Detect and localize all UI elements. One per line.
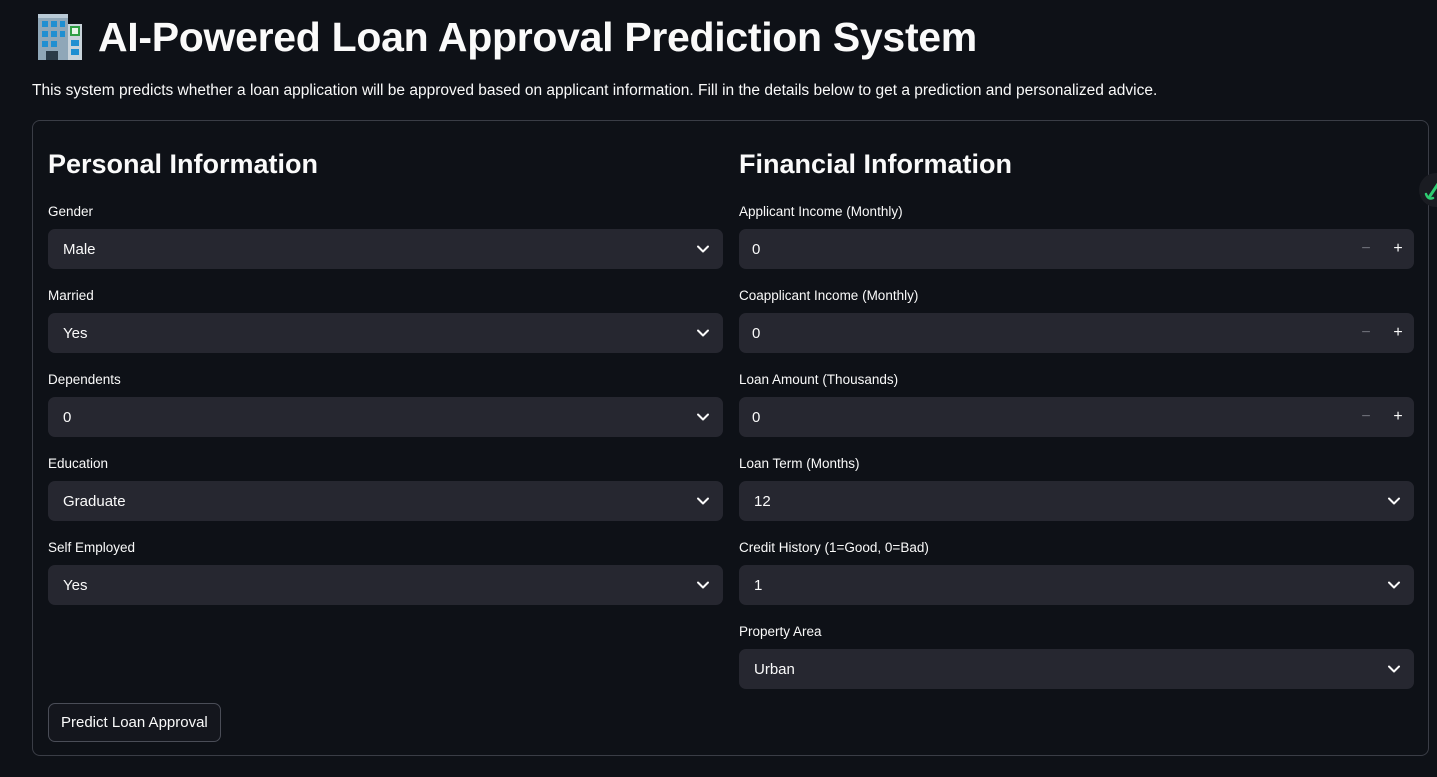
- field-label: Dependents: [48, 372, 121, 387]
- office-building-icon: [34, 12, 86, 62]
- credit-history-select[interactable]: 1: [739, 565, 1414, 605]
- selected-value: Urban: [754, 660, 795, 678]
- selected-value: 1: [754, 576, 763, 594]
- decrement-button[interactable]: −: [1350, 313, 1382, 353]
- page-title: AI-Powered Loan Approval Prediction Syst…: [98, 13, 977, 60]
- field-label: Property Area: [739, 624, 822, 639]
- field-label: Married: [48, 288, 94, 303]
- increment-button[interactable]: +: [1382, 313, 1414, 353]
- loan-amount-input[interactable]: 0 − +: [739, 397, 1414, 437]
- married-select[interactable]: Yes: [48, 313, 723, 353]
- decrement-button[interactable]: −: [1350, 397, 1382, 437]
- link-icon[interactable]: [1418, 172, 1437, 208]
- loan-term-field: Loan Term (Months) 12: [739, 455, 1414, 521]
- field-label: Credit History (1=Good, 0=Bad): [739, 540, 929, 555]
- applicant-income-field: Applicant Income (Monthly) 0 − +: [739, 203, 1414, 269]
- field-label: Self Employed: [48, 540, 136, 555]
- self-employed-select[interactable]: Yes: [48, 565, 723, 605]
- coapplicant-income-field: Coapplicant Income (Monthly) 0 − +: [739, 287, 1414, 353]
- dependents-select[interactable]: 0: [48, 397, 723, 437]
- field-label: Applicant Income (Monthly): [739, 204, 903, 219]
- chevron-down-icon: [697, 329, 709, 337]
- financial-information-heading: Financial Information: [739, 149, 1013, 179]
- education-select[interactable]: Graduate: [48, 481, 723, 521]
- decrement-button[interactable]: −: [1350, 229, 1382, 269]
- married-field: Married Yes: [48, 287, 723, 353]
- chevron-down-icon: [1388, 665, 1400, 673]
- coapplicant-income-input[interactable]: 0 − +: [739, 313, 1414, 353]
- chevron-down-icon: [697, 497, 709, 505]
- selected-value: Yes: [63, 324, 88, 342]
- credit-history-field: Credit History (1=Good, 0=Bad) 1: [739, 539, 1414, 605]
- loan-amount-field: Loan Amount (Thousands) 0 − +: [739, 371, 1414, 437]
- input-value: 0: [752, 240, 761, 258]
- chevron-down-icon: [697, 413, 709, 421]
- selected-value: 0: [63, 408, 72, 426]
- field-label: Loan Amount (Thousands): [739, 372, 899, 387]
- selected-value: Graduate: [63, 492, 126, 510]
- personal-information-heading: Personal Information: [48, 149, 319, 179]
- property-area-field: Property Area Urban: [739, 623, 1414, 689]
- chevron-down-icon: [1388, 497, 1400, 505]
- number-stepper: − +: [1350, 229, 1414, 269]
- number-stepper: − +: [1350, 397, 1414, 437]
- title-row: AI-Powered Loan Approval Prediction Syst…: [34, 10, 977, 64]
- chevron-down-icon: [697, 245, 709, 253]
- applicant-income-input[interactable]: 0 − +: [739, 229, 1414, 269]
- dependents-field: Dependents 0: [48, 371, 723, 437]
- property-area-select[interactable]: Urban: [739, 649, 1414, 689]
- self-employed-field: Self Employed Yes: [48, 539, 723, 605]
- selected-value: 12: [754, 492, 771, 510]
- chevron-down-icon: [697, 581, 709, 589]
- input-value: 0: [752, 324, 761, 342]
- loan-form: Personal Information Gender Male Married…: [32, 120, 1429, 756]
- chevron-down-icon: [1388, 581, 1400, 589]
- gender-select[interactable]: Male: [48, 229, 723, 269]
- field-label: Coapplicant Income (Monthly): [739, 288, 919, 303]
- input-value: 0: [752, 408, 761, 426]
- selected-value: Male: [63, 240, 96, 258]
- increment-button[interactable]: +: [1382, 229, 1414, 269]
- app-page: AI-Powered Loan Approval Prediction Syst…: [0, 0, 1437, 777]
- number-stepper: − +: [1350, 313, 1414, 353]
- selected-value: Yes: [63, 576, 88, 594]
- field-label: Gender: [48, 204, 94, 219]
- loan-term-select[interactable]: 12: [739, 481, 1414, 521]
- field-label: Education: [48, 456, 109, 471]
- increment-button[interactable]: +: [1382, 397, 1414, 437]
- education-field: Education Graduate: [48, 455, 723, 521]
- predict-loan-approval-button[interactable]: Predict Loan Approval: [48, 703, 221, 742]
- gender-field: Gender Male: [48, 203, 723, 269]
- field-label: Loan Term (Months): [739, 456, 860, 471]
- page-description: This system predicts whether a loan appl…: [32, 82, 1158, 99]
